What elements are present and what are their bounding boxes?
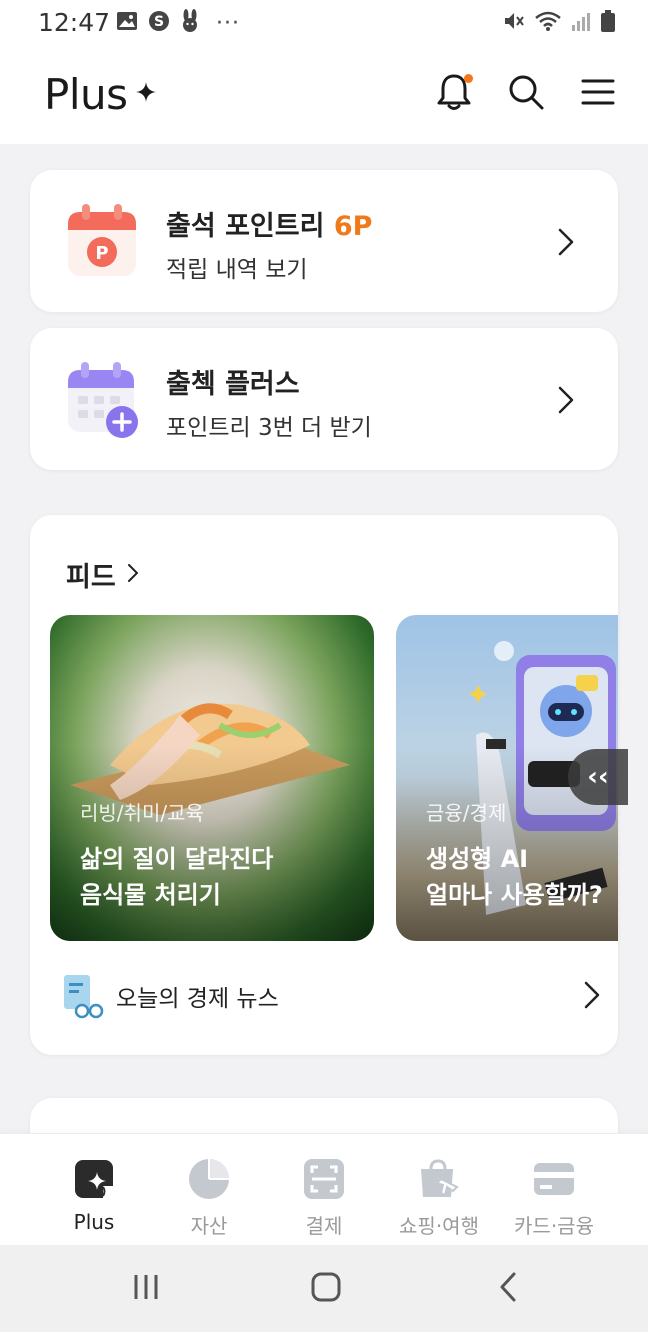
feed-header-link[interactable]: 피드 <box>66 555 139 594</box>
news-glasses-icon <box>60 973 104 1019</box>
status-more-dots: ··· <box>216 10 240 36</box>
checkin-plus-subtitle: 포인트리 3번 더 받기 <box>166 415 372 441</box>
tab-label: 자산 <box>190 1214 228 1238</box>
rabbit-app-icon <box>180 9 200 37</box>
chevron-right-icon <box>558 228 574 260</box>
attendance-points: 6P <box>333 211 373 242</box>
menu-icon <box>581 78 615 110</box>
battery-icon <box>600 9 616 37</box>
svg-text:P: P <box>95 243 108 264</box>
signal-icon <box>570 10 592 36</box>
attendance-points-card[interactable]: P 출석 포인트리 6P 적립 내역 보기 <box>30 170 618 312</box>
status-right-icons <box>502 8 616 38</box>
chevron-right-icon <box>127 563 139 586</box>
status-time: 12:47 <box>38 8 111 37</box>
feed-item-category: 리빙/취미/교육 <box>80 801 204 825</box>
shopping-bag-plane-icon <box>379 1156 499 1202</box>
tab-label: 결제 <box>305 1214 343 1238</box>
status-bar: 12:47 S ··· <box>0 0 648 48</box>
calendar-plus-icon <box>66 360 138 438</box>
attendance-subtitle: 적립 내역 보기 <box>166 257 308 283</box>
plus-sparkle-icon <box>34 1156 154 1202</box>
chevron-right-icon <box>558 386 574 418</box>
economy-news-label: 오늘의 경제 뉴스 <box>116 986 279 1012</box>
menu-button[interactable] <box>576 72 620 116</box>
tab-shopping-travel[interactable]: 쇼핑·여행 <box>379 1156 499 1240</box>
feed-item-food-waste[interactable]: 리빙/취미/교육 삶의 질이 달라진다 음식물 처리기 <box>50 615 374 941</box>
feed-item-title-line1: 삶의 질이 달라진다 <box>80 845 274 873</box>
feed-expand-button[interactable]: ‹‹ <box>568 749 628 805</box>
home-button[interactable] <box>304 1267 348 1311</box>
sparkle-icon <box>136 82 156 106</box>
mute-icon <box>502 10 526 36</box>
wifi-icon <box>534 10 562 36</box>
back-button[interactable] <box>486 1267 530 1311</box>
calendar-point-icon: P <box>66 202 138 278</box>
feed-item-title-line2: 얼마나 사용할까? <box>426 881 603 909</box>
tab-label: Plus <box>73 1210 115 1234</box>
system-navigation-bar <box>0 1245 648 1332</box>
tab-plus[interactable]: Plus <box>34 1156 154 1240</box>
app-header: Plus <box>0 48 648 144</box>
checkin-plus-card[interactable]: 출첵 플러스 포인트리 3번 더 받기 <box>30 328 618 470</box>
notification-button[interactable] <box>432 72 476 116</box>
checkin-plus-title: 출첵 플러스 <box>166 369 300 400</box>
notification-dot <box>464 74 473 83</box>
home-icon <box>310 1271 342 1307</box>
bottom-navigation: Plus 자산 결제 쇼핑·여행 카드·금융 <box>0 1133 648 1245</box>
app-title: Plus <box>44 70 128 119</box>
tab-label: 카드·금융 <box>514 1214 594 1238</box>
economy-news-row[interactable]: 오늘의 경제 뉴스 <box>60 971 600 1021</box>
pie-chart-icon <box>149 1156 269 1202</box>
double-chevron-left-icon: ‹‹ <box>587 762 609 792</box>
attendance-title: 출석 포인트리 6P <box>166 204 372 243</box>
feed-carousel[interactable]: 리빙/취미/교육 삶의 질이 달라진다 음식물 처리기 금융/경제 생성형 AI… <box>50 615 618 941</box>
chevron-right-icon <box>584 981 600 1013</box>
gallery-icon <box>116 11 138 35</box>
tab-payment[interactable]: 결제 <box>264 1156 384 1240</box>
feed-item-title-line1: 생성형 AI <box>426 845 529 873</box>
recent-apps-icon <box>131 1273 161 1305</box>
feed-title: 피드 <box>66 562 116 593</box>
search-button[interactable] <box>504 72 548 116</box>
status-left-icons: S ··· <box>116 8 240 38</box>
tab-label: 쇼핑·여행 <box>399 1214 479 1238</box>
tab-assets[interactable]: 자산 <box>149 1156 269 1240</box>
search-icon <box>507 73 545 115</box>
tab-card-finance[interactable]: 카드·금융 <box>494 1156 614 1240</box>
svg-text:S: S <box>154 14 164 30</box>
s-app-icon: S <box>148 10 170 36</box>
scan-pay-icon <box>264 1156 384 1202</box>
recent-apps-button[interactable] <box>124 1267 168 1311</box>
feed-item-category: 금융/경제 <box>426 801 507 825</box>
credit-card-icon <box>494 1156 614 1202</box>
attendance-title-text: 출석 포인트리 <box>166 211 334 242</box>
back-icon <box>498 1272 518 1306</box>
feed-item-title-line2: 음식물 처리기 <box>80 881 221 909</box>
feed-card: 피드 리빙/취미/교육 삶의 질이 달라진다 음식물 처리기 금융/경제 생성형… <box>30 515 628 1055</box>
